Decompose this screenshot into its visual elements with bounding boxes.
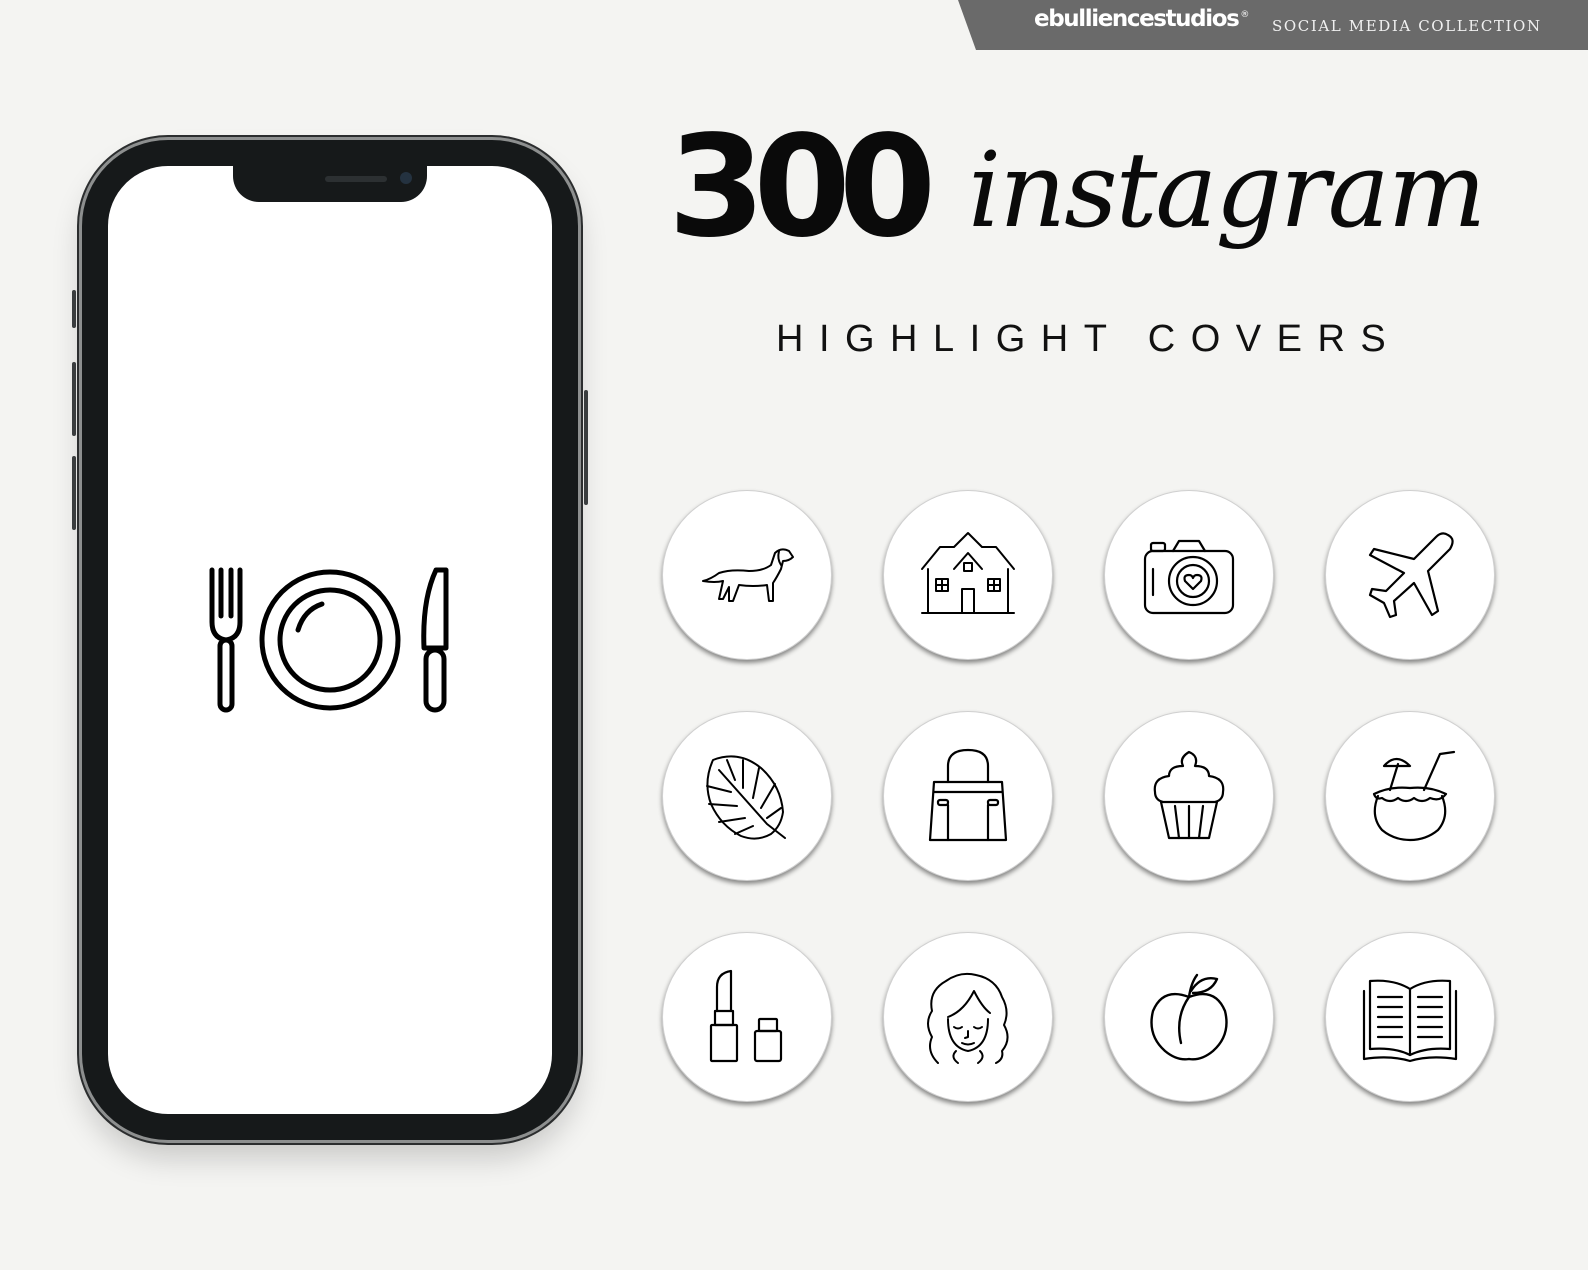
highlight-cover-shopping[interactable] <box>883 711 1053 881</box>
highlight-cover-sweets[interactable] <box>1104 711 1274 881</box>
peach-icon <box>1150 973 1228 1061</box>
phone-notch <box>233 166 427 202</box>
front-camera <box>400 172 412 184</box>
handbag-icon <box>928 748 1008 842</box>
brand-logo: ebulliencestudios ® <box>1034 6 1249 32</box>
camera-heart-icon <box>1143 539 1235 615</box>
highlight-cover-tropical[interactable] <box>662 711 832 881</box>
woman-face-icon <box>927 972 1009 1064</box>
highlight-cover-beauty[interactable] <box>662 932 832 1102</box>
highlight-cover-home[interactable] <box>883 490 1053 660</box>
highlight-cover-self[interactable] <box>883 932 1053 1102</box>
airplane-icon <box>1368 532 1454 619</box>
dog-icon <box>702 548 794 602</box>
open-book-icon <box>1362 979 1458 1063</box>
highlight-cover-fruit[interactable] <box>1104 932 1274 1102</box>
brand-banner: ebulliencestudios ® SOCIAL MEDIA COLLECTI… <box>958 0 1588 50</box>
coconut-drink-icon <box>1372 750 1456 842</box>
volume-up-button <box>72 362 76 436</box>
highlight-cover-drinks[interactable] <box>1325 711 1495 881</box>
highlight-cover-travel[interactable] <box>1325 490 1495 660</box>
volume-down-button <box>72 456 76 530</box>
cupcake-icon <box>1153 750 1225 840</box>
house-icon <box>921 532 1015 614</box>
highlight-cover-dog[interactable] <box>662 490 832 660</box>
place-setting-icon <box>209 567 449 713</box>
silent-switch <box>72 290 76 328</box>
monstera-leaf-icon <box>706 755 786 840</box>
highlight-cover-reading[interactable] <box>1325 932 1495 1102</box>
power-button <box>584 390 588 505</box>
lipstick-icon <box>709 969 783 1063</box>
registered-mark: ® <box>1240 10 1250 21</box>
highlight-cover-camera[interactable] <box>1104 490 1274 660</box>
headline-number: 300 <box>668 106 936 269</box>
collection-label: SOCIAL MEDIA COLLECTION <box>1272 17 1542 35</box>
headline-word: instagram <box>968 129 1486 251</box>
speaker-grille <box>325 176 387 182</box>
headline-subtitle: HIGHLIGHT COVERS <box>776 318 1402 360</box>
brand-name: ebulliencestudios <box>1034 6 1240 32</box>
